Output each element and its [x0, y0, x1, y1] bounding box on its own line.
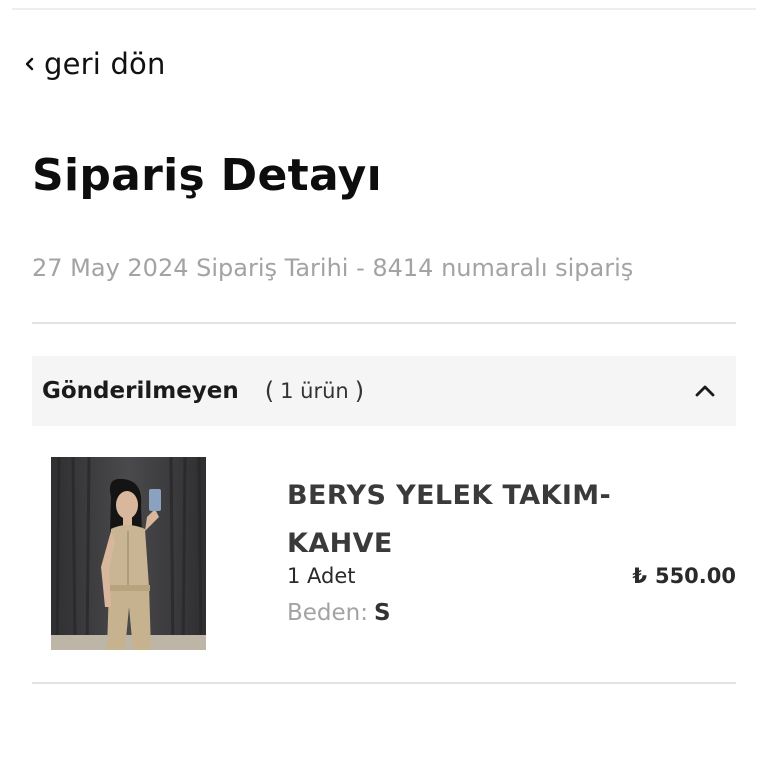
size-label: Beden: [287, 600, 369, 626]
product-price: ₺ 550.00 [632, 564, 736, 588]
currency-symbol: ₺ [632, 564, 647, 588]
chevron-left-icon [24, 56, 34, 72]
order-meta: 27 May 2024 Sipariş Tarihi - 8414 numara… [32, 254, 634, 282]
product-size: Beden: S [287, 600, 391, 626]
count-open-paren: ( [264, 377, 275, 405]
product-quantity: 1 Adet [287, 564, 356, 588]
divider [32, 322, 736, 324]
size-value: S [374, 600, 391, 626]
unshipped-group-header[interactable]: Gönderilmeyen ( 1 ürün ) [32, 356, 736, 426]
order-detail-screen: geri dön Sipariş Detayı 27 May 2024 Sipa… [0, 0, 768, 768]
divider [32, 682, 736, 684]
group-item-count: ( 1 ürün ) [265, 377, 364, 405]
back-link-label: geri dön [44, 47, 166, 81]
back-link[interactable]: geri dön [24, 42, 166, 86]
count-close-paren: ) [354, 377, 365, 405]
top-divider [12, 8, 756, 10]
product-name[interactable]: BERYS YELEK TAKIM-KAHVE [287, 472, 617, 568]
chevron-up-icon[interactable] [692, 378, 718, 404]
product-image[interactable] [51, 457, 206, 650]
page-title: Sipariş Detayı [32, 150, 382, 201]
group-title: Gönderilmeyen [42, 378, 239, 404]
count-text: 1 ürün [280, 379, 349, 403]
price-value: 550.00 [654, 564, 736, 588]
